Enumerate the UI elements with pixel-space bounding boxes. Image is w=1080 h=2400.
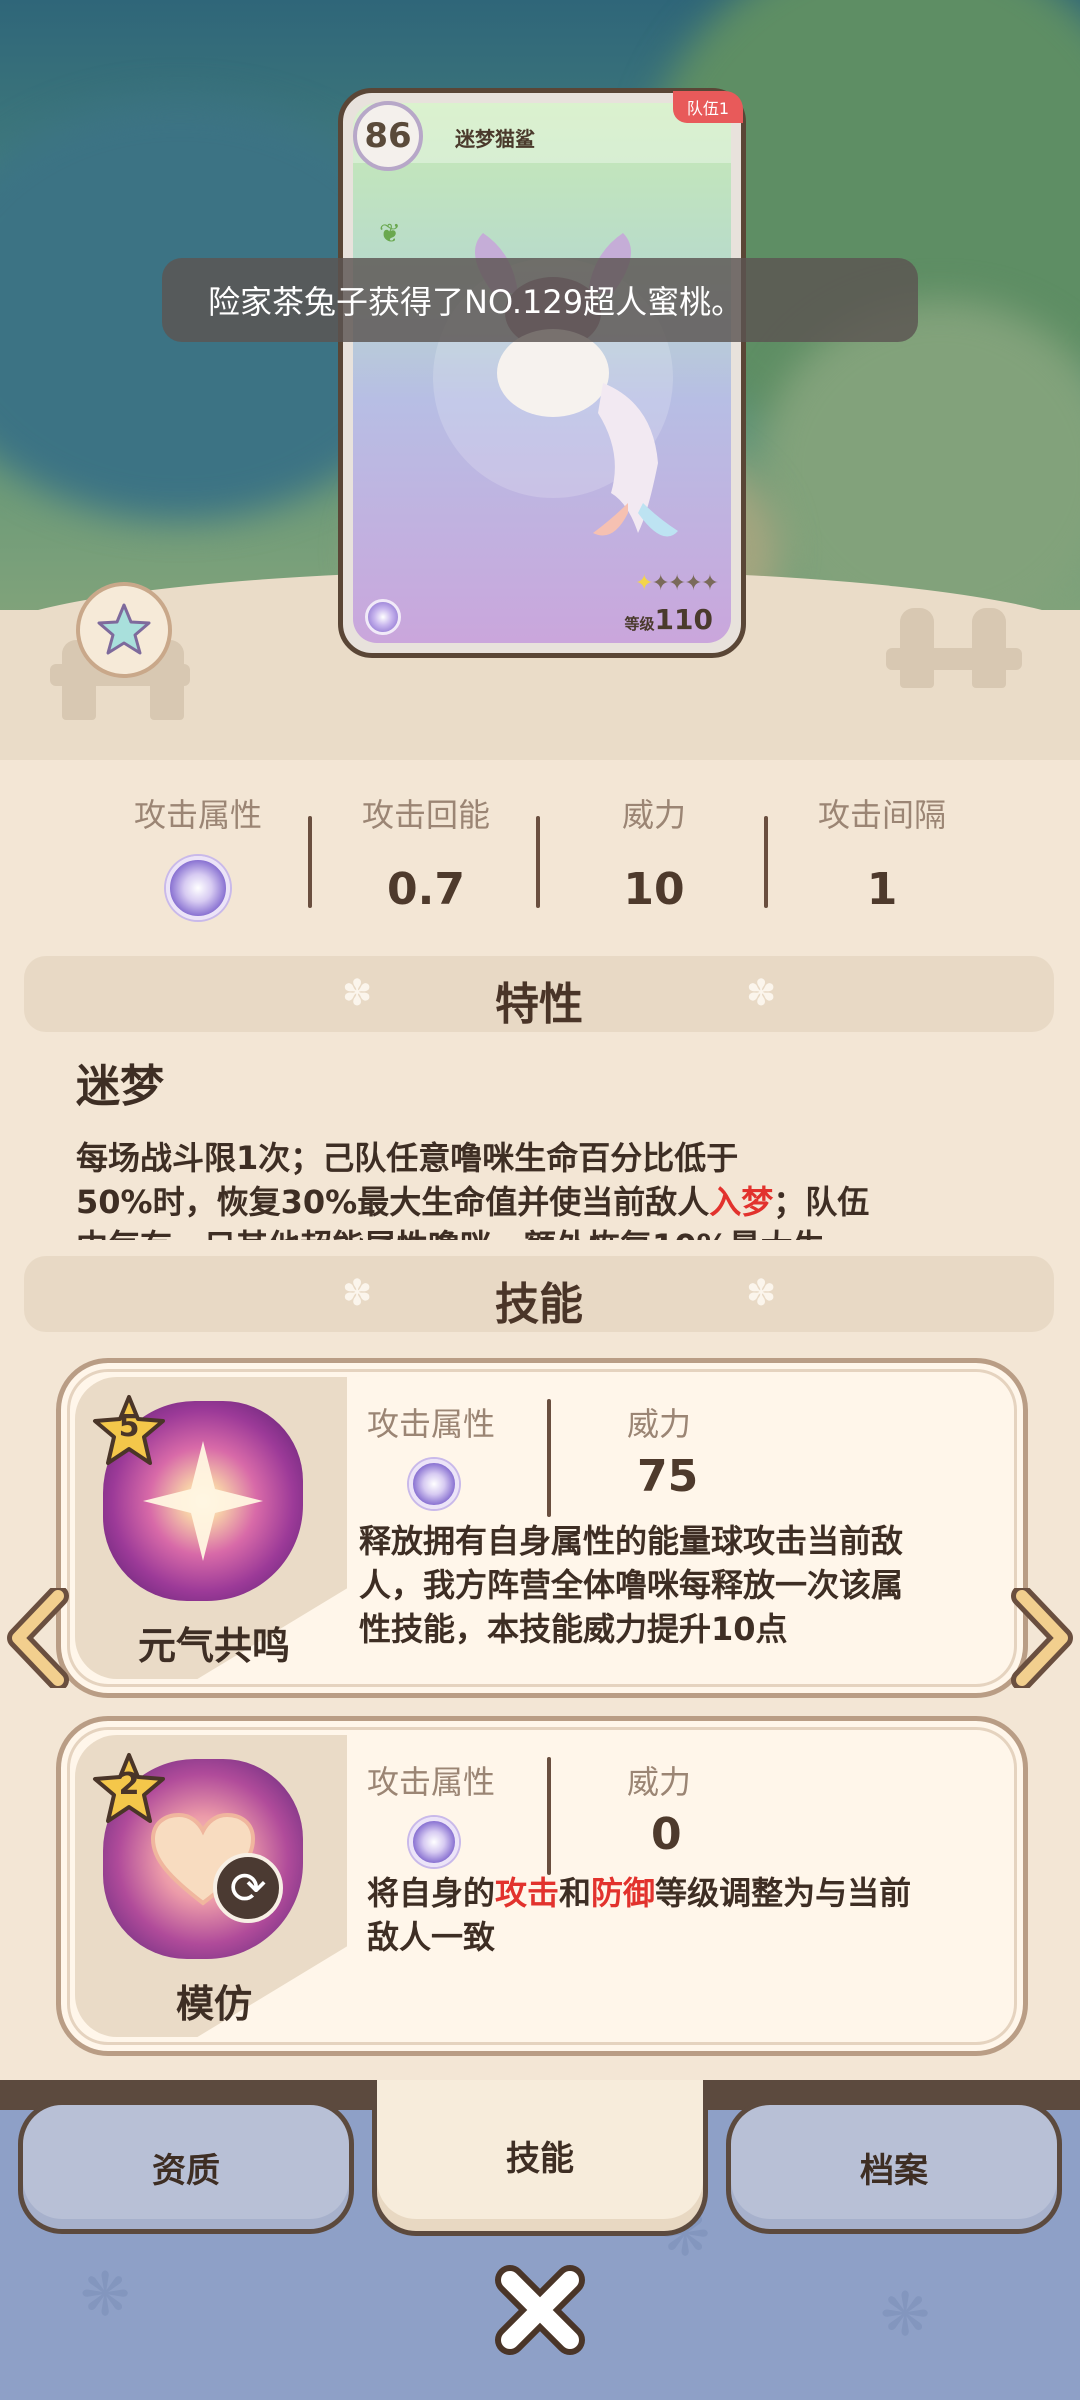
psychic-orb-icon bbox=[409, 1817, 459, 1867]
stat-attack-attr: 攻击属性 bbox=[84, 790, 312, 924]
skill-card[interactable]: 5 元气共鸣 攻击属性 威力 75 释放拥有自身属性的能量球攻击当前敌 人，我方… bbox=[56, 1358, 1028, 1698]
skill-level: 5 bbox=[118, 1409, 140, 1444]
psychic-orb-icon[interactable] bbox=[166, 856, 230, 920]
tab-archive[interactable]: 档案 bbox=[726, 2100, 1062, 2234]
chevron-right-icon[interactable] bbox=[1006, 1588, 1076, 1688]
stat-value: 10 bbox=[623, 864, 685, 915]
chevron-left-icon[interactable] bbox=[4, 1588, 74, 1688]
stat-power: 威力 10 bbox=[540, 790, 768, 915]
stat-label: 攻击属性 bbox=[133, 796, 262, 834]
trait-text: 50%时，恢复30%最大生命值并使当前敌人 bbox=[76, 1183, 710, 1221]
tab-aptitude[interactable]: 资质 bbox=[18, 2100, 354, 2234]
skill-name: 模仿 bbox=[175, 1982, 252, 2026]
skill-power: 75 bbox=[637, 1451, 699, 1502]
skill-level-badge: 5 bbox=[91, 1393, 167, 1469]
team-tag: 队伍1 bbox=[672, 91, 743, 123]
card-level: 等级110 bbox=[625, 603, 713, 636]
trait-name: 迷梦 bbox=[76, 1061, 164, 1112]
section-title: 技能 bbox=[495, 1279, 583, 1330]
skill-description: 将自身的攻击和防御等级调整为与当前 敌人一致 bbox=[367, 1871, 911, 1959]
stat-value: 1 bbox=[866, 864, 898, 915]
star-rating: ✦✦✦✦✦ bbox=[635, 571, 719, 596]
paw-icon: ❋ bbox=[80, 2260, 131, 2330]
skill-desc-text: 和 bbox=[559, 1874, 592, 1912]
skill-power-label: 威力 bbox=[627, 1405, 692, 1443]
trait-description: 每场战斗限1次；己队任意噜咪生命百分比低于 50%时，恢复30%最大生命值并使当… bbox=[76, 1136, 956, 1240]
psychic-orb-icon bbox=[409, 1459, 459, 1509]
level-badge: 86 bbox=[353, 101, 423, 171]
skill-desc-keyword: 防御 bbox=[591, 1874, 656, 1912]
skill-power: 0 bbox=[651, 1809, 682, 1860]
trait-box[interactable]: 迷梦 每场战斗限1次；己队任意噜咪生命百分比低于 50%时，恢复30%最大生命值… bbox=[76, 1050, 956, 1240]
trait-text: ；队伍 bbox=[773, 1183, 870, 1221]
skill-desc-line: 将自身的攻击和防御等级调整为与当前 bbox=[367, 1871, 911, 1915]
level-value: 110 bbox=[654, 603, 713, 636]
skill-desc-keyword: 攻击 bbox=[495, 1874, 560, 1912]
stat-label: 攻击间隔 bbox=[817, 796, 946, 834]
paw-icon: ❋ bbox=[880, 2280, 931, 2350]
trait-section-header: ✽ 特性 ✽ bbox=[24, 956, 1054, 1032]
level-label: 等级 bbox=[624, 615, 655, 633]
leaf-icon: ❦ bbox=[379, 219, 401, 249]
trait-keyword: 入梦 bbox=[709, 1183, 774, 1221]
skill-name: 元气共鸣 bbox=[137, 1624, 290, 1668]
skill-desc-text: 将自身的 bbox=[367, 1874, 496, 1912]
stats-row: 攻击属性 攻击回能 0.7 威力 10 攻击间隔 1 bbox=[0, 790, 1080, 920]
refresh-icon[interactable]: ⟳ bbox=[213, 1853, 283, 1923]
skill-level: 2 bbox=[118, 1767, 140, 1802]
tab-skills[interactable]: 技能 bbox=[372, 2080, 708, 2236]
stat-label: 威力 bbox=[621, 796, 686, 834]
stat-energy: 攻击回能 0.7 bbox=[312, 790, 540, 915]
skill-desc-line: 人，我方阵营全体噜咪每释放一次该属 bbox=[359, 1566, 904, 1604]
toast-message: 险家茶兔子获得了NO.129超人蜜桃。 bbox=[162, 258, 918, 342]
stat-label: 攻击回能 bbox=[361, 796, 490, 834]
skill-level-badge: 2 bbox=[91, 1751, 167, 1827]
star-icon[interactable] bbox=[76, 582, 172, 678]
skill-divider bbox=[547, 1399, 551, 1517]
fence-rail bbox=[886, 648, 1022, 670]
close-icon[interactable] bbox=[490, 2260, 590, 2360]
pet-card[interactable]: ❦ ✦✦✦✦✦ 等级110 86 迷梦猫鲨 队伍1 bbox=[338, 88, 746, 658]
paw-icon: ✽ bbox=[746, 973, 777, 1014]
skill-attr-label: 攻击属性 bbox=[367, 1763, 496, 1801]
skill-divider bbox=[547, 1757, 551, 1875]
stat-value: 0.7 bbox=[387, 864, 465, 915]
pet-name: 迷梦猫鲨 bbox=[455, 127, 535, 151]
stat-interval: 攻击间隔 1 bbox=[768, 790, 996, 915]
trait-line: 每场战斗限1次；己队任意噜咪生命百分比低于 bbox=[76, 1139, 739, 1177]
psychic-orb-icon bbox=[365, 599, 401, 635]
skill-description: 释放拥有自身属性的能量球攻击当前敌 人，我方阵营全体噜咪每释放一次该属 性技能，… bbox=[359, 1519, 903, 1651]
section-title: 特性 bbox=[495, 979, 583, 1030]
trait-line: 50%时，恢复30%最大生命值并使当前敌人入梦；队伍 bbox=[76, 1180, 956, 1224]
skill-card[interactable]: ⟳ 2 模仿 攻击属性 威力 0 将自身的攻击和防御等级调整为与当前 敌人一致 bbox=[56, 1716, 1028, 2056]
skill-desc-line: 性技能，本技能威力提升10点 bbox=[359, 1610, 788, 1648]
paw-icon: ✽ bbox=[746, 1273, 777, 1314]
skill-desc-text: 等级调整为与当前 bbox=[655, 1874, 912, 1912]
skill-attr-label: 攻击属性 bbox=[367, 1405, 496, 1443]
skill-power-label: 威力 bbox=[627, 1763, 692, 1801]
skills-section-header: ✽ 技能 ✽ bbox=[24, 1256, 1054, 1332]
skill-desc-line: 释放拥有自身属性的能量球攻击当前敌 bbox=[359, 1522, 904, 1560]
skill-desc-line: 敌人一致 bbox=[367, 1918, 496, 1956]
trait-line: 中每有一只其他超能属性噜咪，额外恢复10%最大生 bbox=[76, 1224, 956, 1240]
